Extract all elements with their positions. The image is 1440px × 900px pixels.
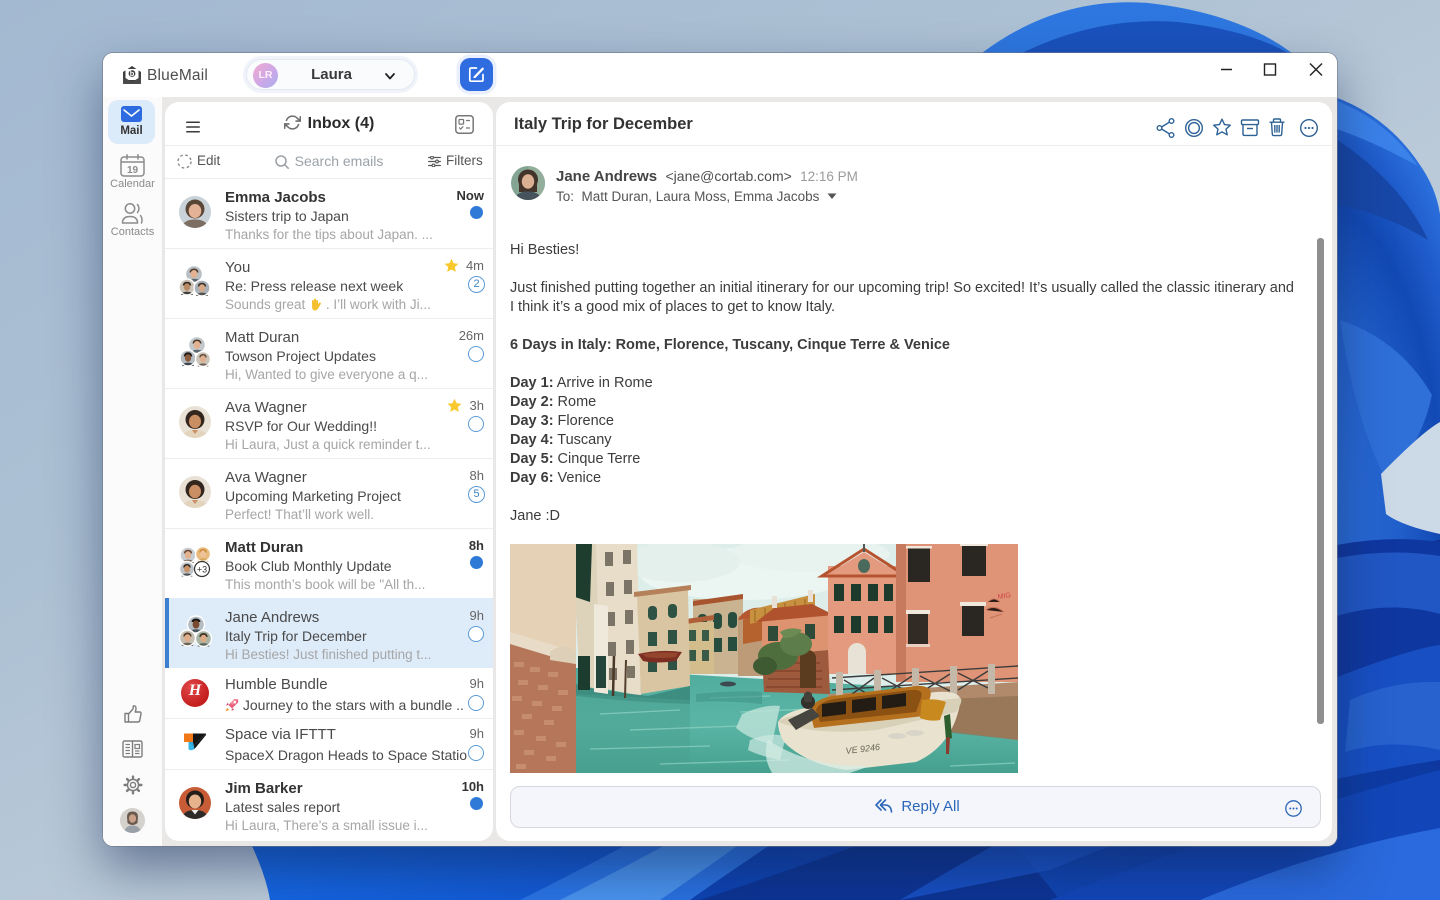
svg-text:b: b xyxy=(130,69,135,78)
svg-text:+3: +3 xyxy=(197,565,207,575)
svg-text:19: 19 xyxy=(127,165,139,176)
